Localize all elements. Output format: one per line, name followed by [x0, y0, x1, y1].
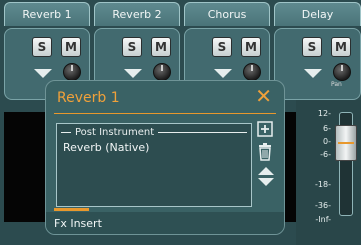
fx-insert-dialog: Reverb 1 ✕ Post Instrument Reverb (Nativ…	[45, 80, 285, 235]
close-icon[interactable]: ✕	[255, 85, 272, 107]
pan-knob[interactable]	[63, 63, 81, 81]
move-fx-button[interactable]	[257, 166, 275, 192]
footer-label: Fx Insert	[54, 217, 102, 230]
insert-menu-arrow-icon[interactable]	[214, 69, 232, 78]
tab-label: Reverb 1	[22, 8, 72, 21]
solo-button[interactable]: S	[212, 37, 232, 57]
meter-tick: -36-	[315, 201, 331, 210]
insert-menu-arrow-icon[interactable]	[304, 69, 322, 78]
track-area	[4, 112, 46, 222]
meter-tick: 0-	[323, 137, 331, 146]
tab-reverb-2[interactable]: Reverb 2	[94, 2, 180, 26]
section-title: Post Instrument	[75, 127, 155, 138]
solo-button[interactable]: S	[32, 37, 52, 57]
meter-tick: 6-	[323, 124, 331, 133]
pan-knob[interactable]	[153, 63, 171, 81]
mute-button[interactable]: M	[151, 37, 171, 57]
tab-reverb-1[interactable]: Reverb 1	[4, 2, 90, 26]
fx-insert-list[interactable]: Post Instrument Reverb (Native)	[56, 123, 252, 207]
mute-button[interactable]: M	[241, 37, 261, 57]
meter-tick: 12-	[317, 109, 331, 118]
solo-button[interactable]: S	[122, 37, 142, 57]
mute-button[interactable]: M	[331, 37, 351, 57]
tab-label: Reverb 2	[112, 8, 162, 21]
title-divider	[54, 113, 276, 114]
mute-button[interactable]: M	[61, 37, 81, 57]
list-item[interactable]: Reverb (Native)	[63, 141, 149, 154]
tab-chorus[interactable]: Chorus	[184, 2, 270, 26]
delete-fx-button[interactable]	[257, 143, 273, 165]
track-area	[284, 112, 296, 222]
tab-label: Delay	[301, 8, 334, 21]
section-header: Post Instrument	[61, 127, 247, 138]
meter-tick: -Inf-	[315, 215, 331, 224]
dialog-title: Reverb 1	[57, 90, 120, 106]
insert-menu-arrow-icon[interactable]	[34, 69, 52, 78]
pan-knob[interactable]	[243, 63, 261, 81]
up-down-arrows-icon	[258, 167, 274, 186]
strip-delay: S M Pan	[274, 28, 361, 100]
tab-label: Chorus	[207, 8, 247, 21]
add-icon	[257, 121, 273, 137]
solo-button[interactable]: S	[302, 37, 322, 57]
meter-tick: -18-	[315, 180, 331, 189]
tab-delay[interactable]: Delay	[274, 2, 361, 26]
insert-menu-arrow-icon[interactable]	[124, 69, 142, 78]
add-fx-button[interactable]	[257, 121, 273, 141]
pan-knob[interactable]	[333, 63, 351, 81]
pan-label: Pan	[331, 81, 342, 88]
dialog-footer: Fx Insert	[46, 212, 284, 234]
volume-fader-handle[interactable]	[335, 125, 357, 161]
trash-icon	[259, 143, 271, 161]
active-tab-indicator	[54, 208, 89, 211]
fx-bus-tabs: Reverb 1 Reverb 2 Chorus Delay	[0, 0, 361, 28]
meter-tick: -6-	[320, 150, 331, 159]
